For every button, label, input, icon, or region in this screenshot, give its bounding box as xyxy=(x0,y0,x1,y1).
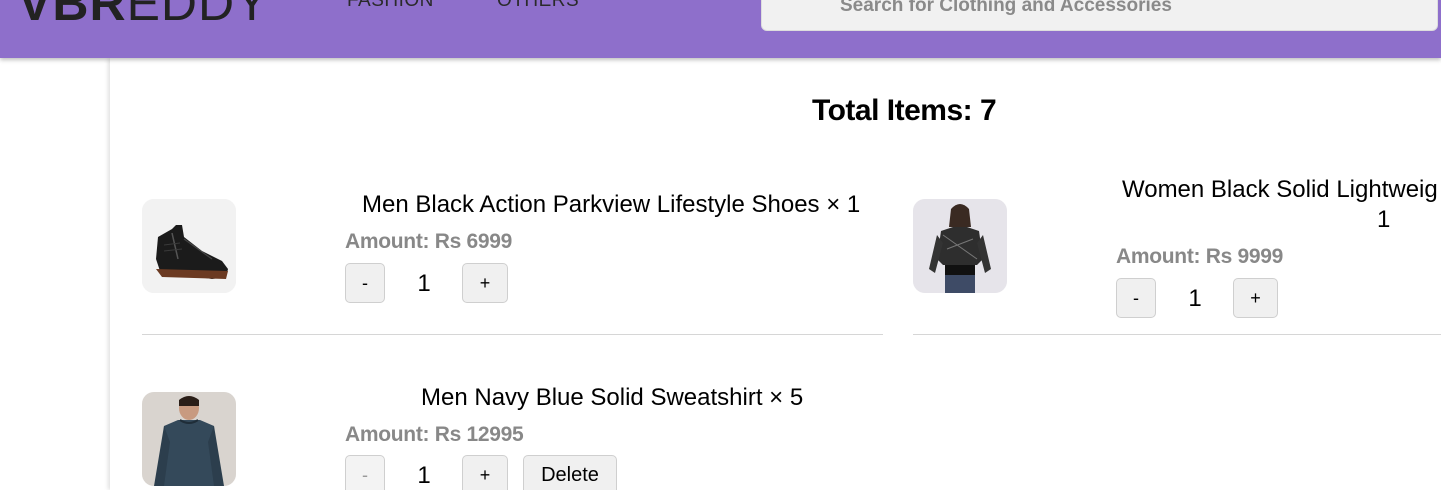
brand-logo[interactable]: VBREDDY xyxy=(18,0,270,32)
decrease-quantity-button[interactable]: - xyxy=(345,263,385,303)
cart-item-name: Women Black Solid Lightweig xyxy=(1122,176,1438,203)
cart-item-amount: Amount: Rs 6999 xyxy=(345,230,513,253)
search-input[interactable] xyxy=(762,0,1437,30)
quantity-value: 1 xyxy=(417,462,431,489)
cart-item-image-jacket[interactable] xyxy=(913,199,1007,293)
decrease-quantity-button[interactable]: - xyxy=(345,455,385,490)
total-items-heading: Total Items: 7 xyxy=(812,94,997,127)
cart-item-name-continued: 1 xyxy=(1377,206,1391,233)
increase-quantity-button[interactable]: + xyxy=(1233,278,1278,318)
logo-bold-text: VBR xyxy=(18,0,127,31)
sweatshirt-image xyxy=(142,392,236,486)
increase-quantity-button[interactable]: + xyxy=(462,263,508,303)
cart-item-name: Men Navy Blue Solid Sweatshirt × 5 xyxy=(421,384,804,411)
quantity-value: 1 xyxy=(1188,285,1202,312)
cart-item-image-sweatshirt[interactable] xyxy=(142,392,236,486)
top-navbar: VBREDDY FASHION OTHERS xyxy=(0,0,1441,58)
item-divider xyxy=(142,334,883,335)
nav-link-others[interactable]: OTHERS xyxy=(497,0,579,12)
logo-light-text: EDDY xyxy=(126,0,270,31)
jacket-image xyxy=(913,199,1007,293)
item-divider xyxy=(913,334,1441,335)
decrease-quantity-button[interactable]: - xyxy=(1116,278,1156,318)
nav-link-fashion[interactable]: FASHION xyxy=(347,0,434,12)
quantity-value: 1 xyxy=(417,270,431,297)
left-gutter xyxy=(0,58,110,490)
increase-quantity-button[interactable]: + xyxy=(462,455,508,490)
search-bar xyxy=(761,0,1438,31)
cart-item-amount: Amount: Rs 9999 xyxy=(1116,245,1284,268)
delete-item-button[interactable]: Delete xyxy=(523,455,617,490)
cart-item-image-shoes[interactable] xyxy=(142,199,236,293)
shoe-image xyxy=(142,199,236,293)
cart-item-name: Men Black Action Parkview Lifestyle Shoe… xyxy=(362,191,861,218)
cart-item-amount: Amount: Rs 12995 xyxy=(345,423,524,446)
cart-content-panel xyxy=(110,58,1441,490)
